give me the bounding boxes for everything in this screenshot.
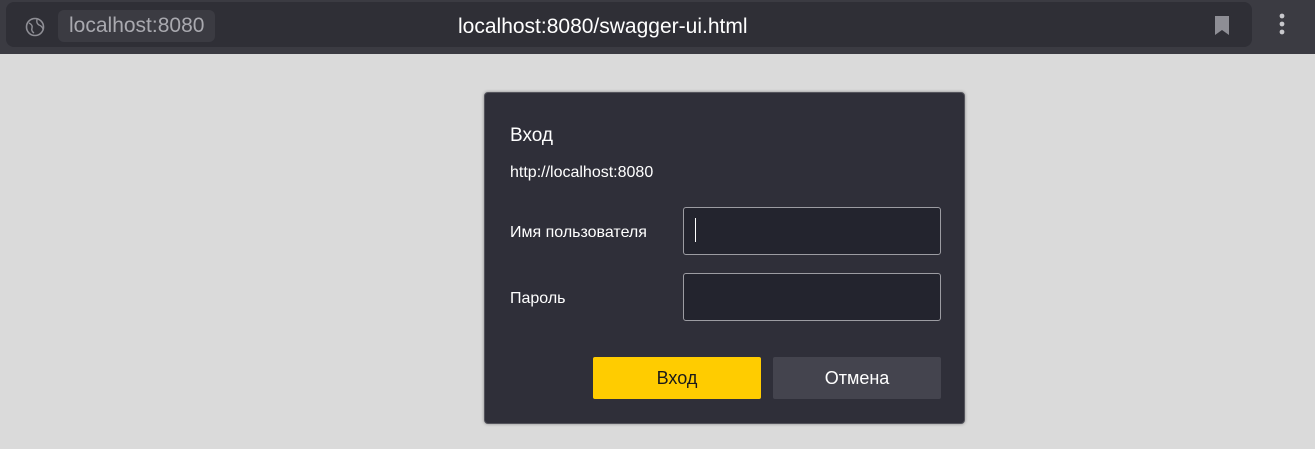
browser-toolbar: localhost:8080 localhost:8080/swagger-ui… [0,0,1315,54]
text-caret [695,218,696,242]
site-host-chip[interactable]: localhost:8080 [58,10,216,42]
dialog-origin: http://localhost:8080 [510,164,654,181]
globe-icon[interactable] [25,17,45,37]
bookmark-icon[interactable] [1213,15,1231,37]
password-label: Пароль [510,290,566,307]
address-bar[interactable]: localhost:8080 localhost:8080/swagger-ui… [6,2,1252,47]
kebab-menu-icon[interactable] [1270,10,1294,38]
url-text[interactable]: localhost:8080/swagger-ui.html [458,12,748,42]
password-field[interactable] [683,273,941,321]
cancel-button[interactable]: Отмена [773,357,941,399]
login-button[interactable]: Вход [593,357,761,399]
username-field[interactable] [683,207,941,255]
username-label: Имя пользователя [510,224,647,241]
dialog-title: Вход [510,125,553,146]
auth-dialog: Вход http://localhost:8080 Имя пользоват… [484,92,965,424]
